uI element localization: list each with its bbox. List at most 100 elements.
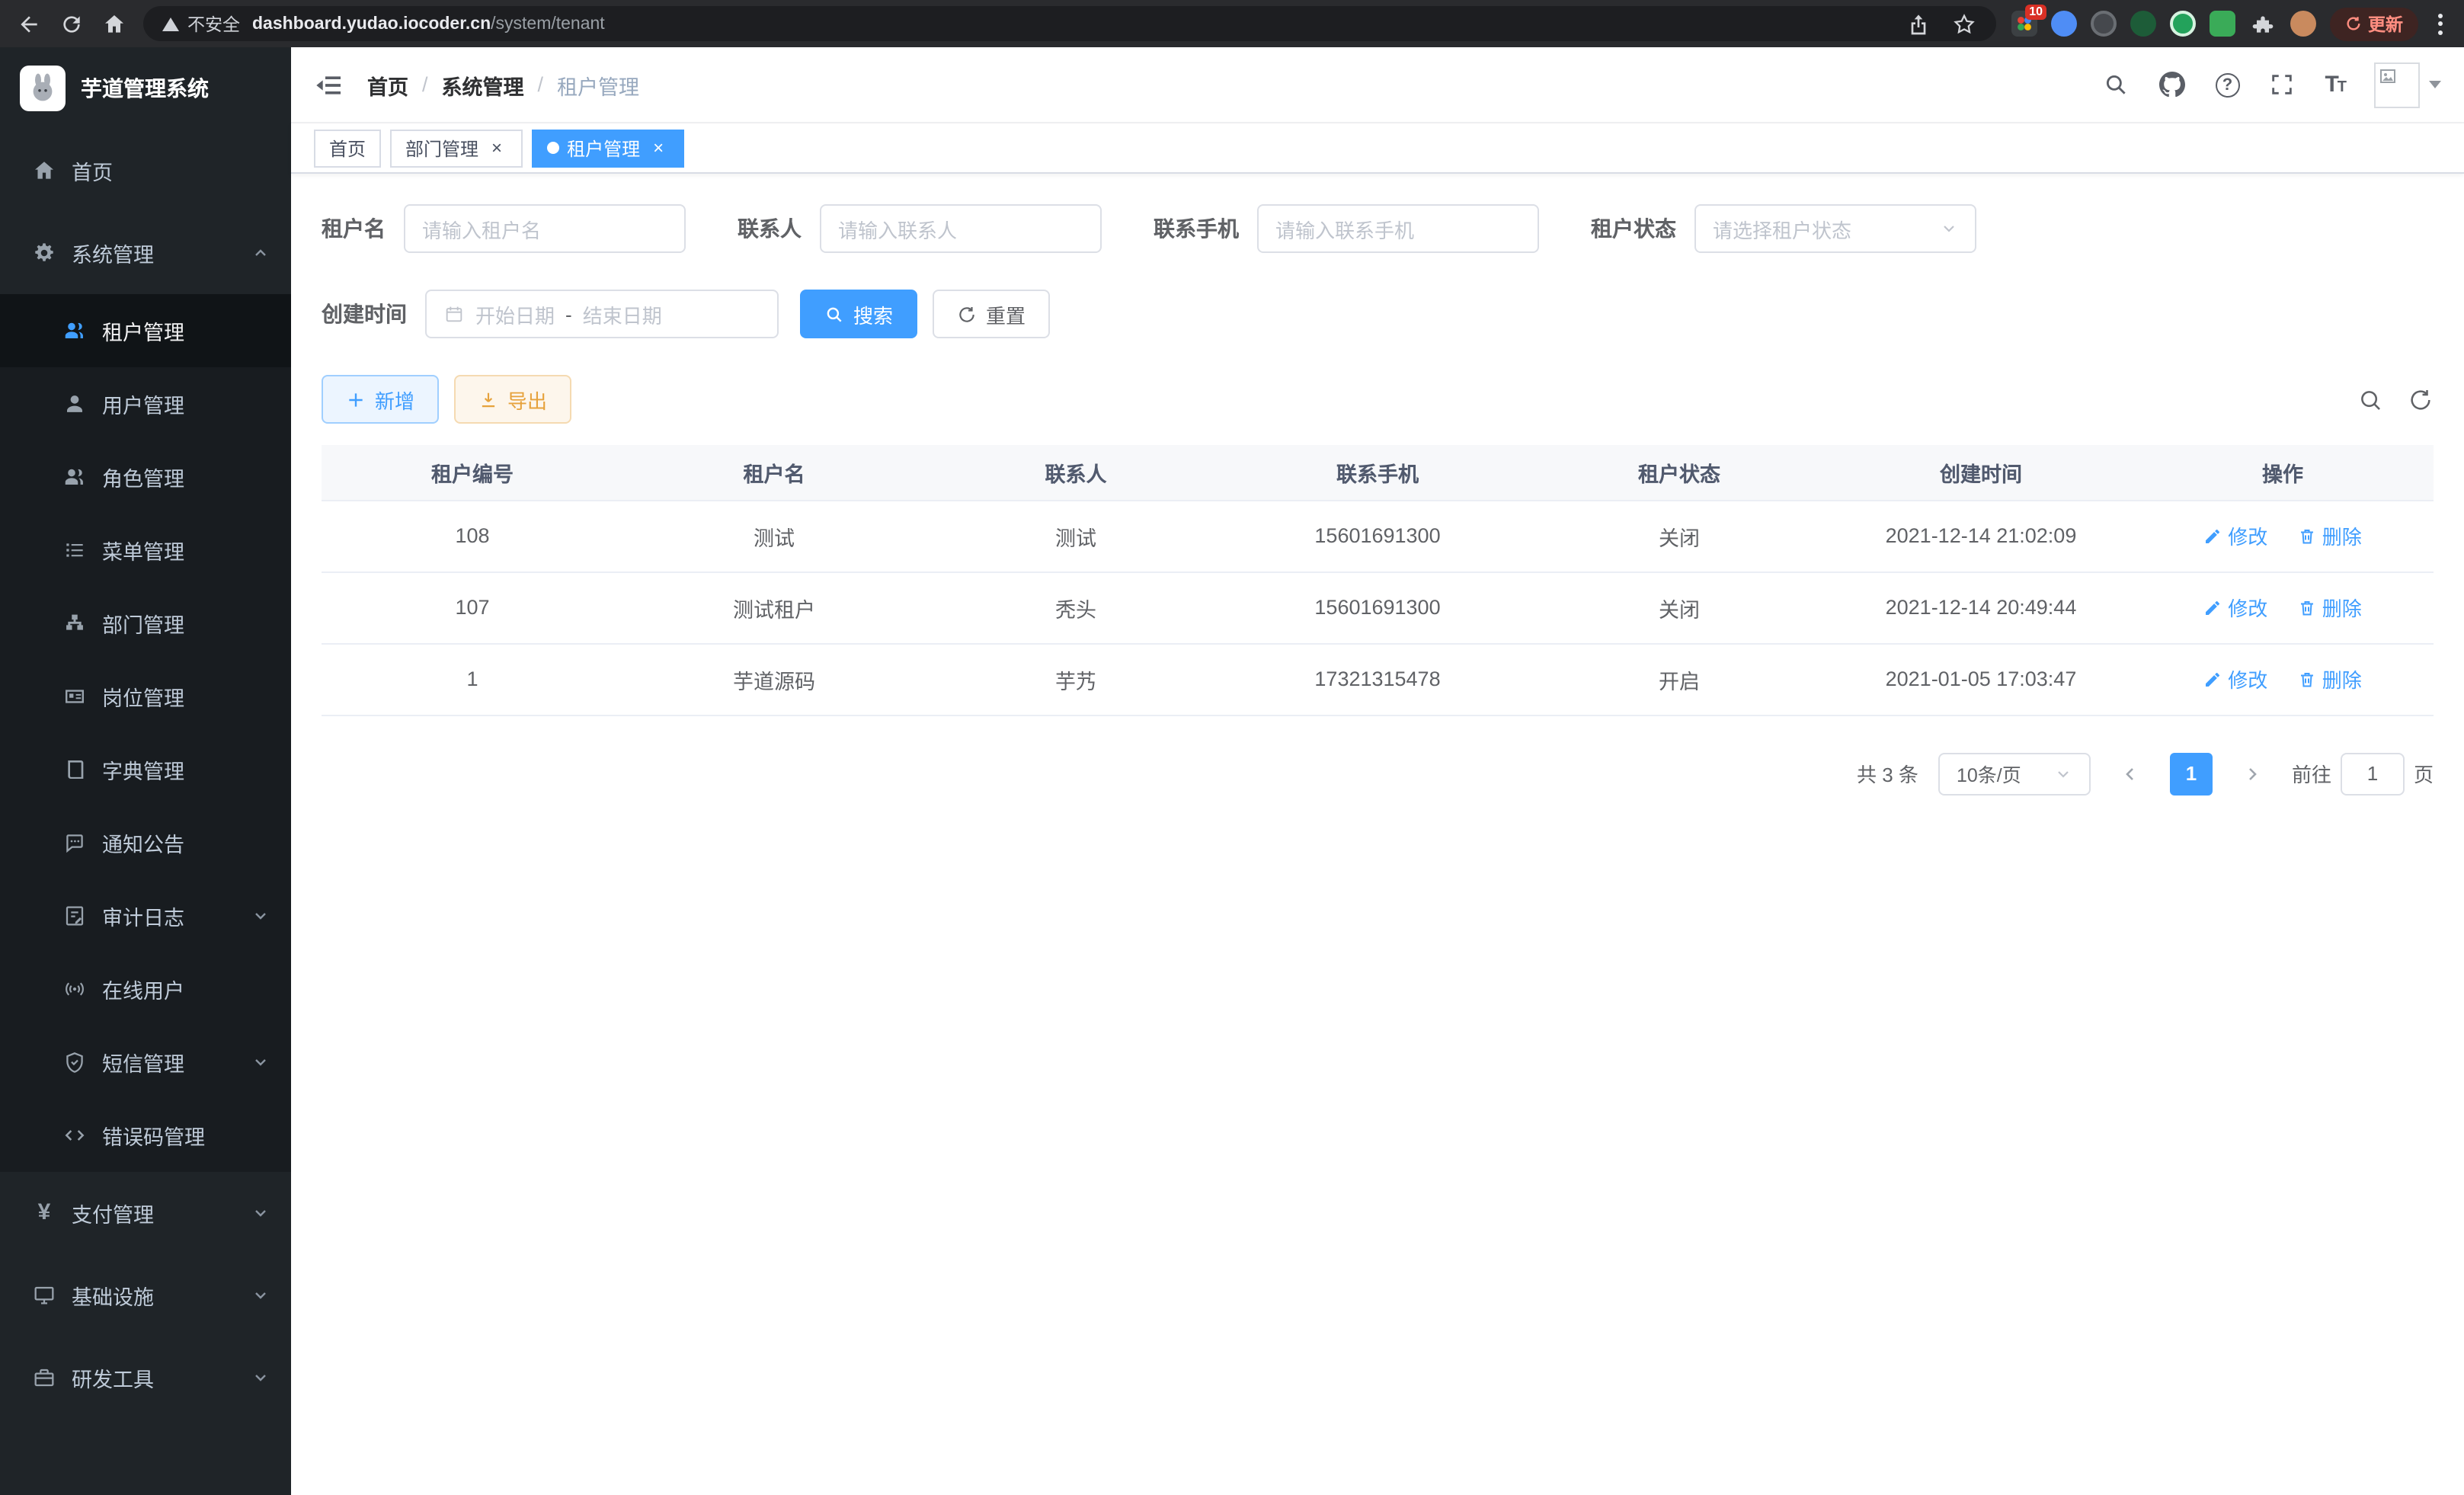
page-size-select[interactable]: 10条/页 bbox=[1938, 752, 2091, 795]
gear-icon bbox=[32, 241, 56, 265]
edit-icon bbox=[2203, 527, 2222, 545]
profile-avatar[interactable] bbox=[2290, 11, 2316, 37]
breadcrumb: 首页 / 系统管理 / 租户管理 bbox=[367, 69, 639, 100]
sidebar-item-audit-log[interactable]: 审计日志 bbox=[0, 879, 291, 952]
search-icon[interactable] bbox=[2102, 71, 2130, 98]
book-icon bbox=[62, 757, 87, 782]
navbar-actions: ? TT bbox=[2102, 62, 2441, 107]
status-text: 开启 bbox=[1528, 643, 1830, 715]
tags-view: 首页 部门管理× 租户管理× bbox=[291, 123, 2464, 174]
delete-button[interactable]: 删除 bbox=[2298, 521, 2362, 550]
edit-button[interactable]: 修改 bbox=[2203, 593, 2267, 622]
page-number-1[interactable]: 1 bbox=[2170, 752, 2213, 795]
share-icon[interactable] bbox=[1905, 10, 1932, 37]
extension-blue-icon[interactable] bbox=[2051, 11, 2077, 37]
fullscreen-icon[interactable] bbox=[2268, 71, 2296, 98]
back-icon[interactable] bbox=[15, 10, 43, 37]
col-contact: 联系人 bbox=[925, 445, 1227, 500]
tenant-name-input[interactable]: 请输入租户名 bbox=[404, 204, 686, 253]
sidebar-item-notice[interactable]: 通知公告 bbox=[0, 806, 291, 879]
edit-button[interactable]: 修改 bbox=[2203, 664, 2267, 693]
toggle-search-icon[interactable] bbox=[2357, 386, 2383, 412]
chevron-down-icon bbox=[1940, 219, 1958, 238]
tab-dept[interactable]: 部门管理× bbox=[390, 129, 523, 167]
github-icon[interactable] bbox=[2158, 71, 2186, 98]
delete-button[interactable]: 删除 bbox=[2298, 664, 2362, 693]
search-button[interactable]: 搜索 bbox=[800, 290, 917, 338]
phone-input[interactable]: 请输入联系手机 bbox=[1257, 204, 1539, 253]
browser-menu-icon[interactable] bbox=[2432, 10, 2449, 37]
col-created: 创建时间 bbox=[1830, 445, 2132, 500]
extension-chat-icon[interactable] bbox=[2210, 11, 2235, 37]
monitor-icon bbox=[32, 1283, 56, 1308]
id-card-icon bbox=[62, 684, 87, 709]
extension-dark-icon[interactable] bbox=[2091, 11, 2117, 37]
active-dot bbox=[547, 142, 559, 154]
tab-home[interactable]: 首页 bbox=[314, 129, 381, 167]
sidebar-item-user[interactable]: 用户管理 bbox=[0, 367, 291, 440]
sidebar-item-dict[interactable]: 字典管理 bbox=[0, 733, 291, 806]
breadcrumb-system[interactable]: 系统管理 bbox=[442, 69, 524, 100]
extensions-puzzle-icon[interactable] bbox=[2249, 10, 2277, 37]
extension-grid-icon[interactable]: 10 bbox=[2011, 11, 2037, 37]
address-bar[interactable]: 不安全 dashboard.yudao.iocoder.cn/system/te… bbox=[143, 6, 1996, 41]
phone-label: 联系手机 bbox=[1154, 213, 1239, 244]
sidebar-item-menu[interactable]: 菜单管理 bbox=[0, 514, 291, 587]
home-icon[interactable] bbox=[101, 10, 128, 37]
sidebar-item-payment[interactable]: ¥ 支付管理 bbox=[0, 1172, 291, 1254]
status-select[interactable]: 请选择租户状态 bbox=[1694, 204, 1976, 253]
sidebar-item-tenant[interactable]: 租户管理 bbox=[0, 294, 291, 367]
sidebar-item-online-users[interactable]: 在线用户 bbox=[0, 952, 291, 1026]
col-phone: 联系手机 bbox=[1227, 445, 1528, 500]
sidebar-item-error-code[interactable]: 错误码管理 bbox=[0, 1099, 291, 1172]
logo[interactable]: 芋道管理系统 bbox=[0, 47, 291, 130]
extension-green-icon[interactable] bbox=[2170, 11, 2196, 37]
broadcast-icon bbox=[62, 977, 87, 1001]
contact-input[interactable]: 请输入联系人 bbox=[820, 204, 1102, 253]
col-actions: 操作 bbox=[2132, 445, 2434, 500]
user-menu[interactable] bbox=[2374, 62, 2441, 107]
close-icon[interactable]: × bbox=[486, 137, 507, 158]
sidebar-item-system[interactable]: 系统管理 bbox=[0, 212, 291, 294]
sidebar-item-home[interactable]: 首页 bbox=[0, 130, 291, 212]
sidebar-item-infra[interactable]: 基础设施 bbox=[0, 1254, 291, 1337]
update-button[interactable]: 更新 bbox=[2330, 7, 2418, 40]
star-icon[interactable] bbox=[1950, 10, 1978, 37]
chevron-up-icon bbox=[251, 244, 270, 262]
edit-button[interactable]: 修改 bbox=[2203, 521, 2267, 550]
tenant-table: 租户编号 租户名 联系人 联系手机 租户状态 创建时间 操作 108 测试 bbox=[322, 445, 2434, 715]
prev-page-button[interactable] bbox=[2110, 754, 2150, 793]
security-warning[interactable]: 不安全 bbox=[162, 11, 240, 36]
export-button[interactable]: 导出 bbox=[454, 375, 571, 424]
extensions-area: 10 更新 bbox=[2011, 7, 2449, 40]
sidebar-item-post[interactable]: 岗位管理 bbox=[0, 660, 291, 733]
add-button[interactable]: 新增 bbox=[322, 375, 439, 424]
app-title: 芋道管理系统 bbox=[81, 73, 209, 104]
search-icon bbox=[824, 304, 844, 324]
page-unit: 页 bbox=[2414, 759, 2434, 788]
sidebar-item-role[interactable]: 角色管理 bbox=[0, 440, 291, 514]
sidebar-item-dept[interactable]: 部门管理 bbox=[0, 587, 291, 660]
sidebar-item-sms[interactable]: 短信管理 bbox=[0, 1026, 291, 1099]
close-icon[interactable]: × bbox=[648, 137, 669, 158]
table-row: 108 测试 测试 15601691300 关闭 2021-12-14 21:0… bbox=[322, 500, 2434, 571]
edit-icon bbox=[2203, 598, 2222, 616]
reset-button[interactable]: 重置 bbox=[933, 290, 1050, 338]
help-icon[interactable]: ? bbox=[2215, 72, 2239, 97]
col-tenant-id: 租户编号 bbox=[322, 445, 623, 500]
tab-tenant[interactable]: 租户管理× bbox=[532, 129, 684, 167]
delete-button[interactable]: 删除 bbox=[2298, 593, 2362, 622]
reload-icon[interactable] bbox=[58, 10, 85, 37]
breadcrumb-home[interactable]: 首页 bbox=[367, 69, 408, 100]
sidebar-item-dev-tools[interactable]: 研发工具 bbox=[0, 1337, 291, 1419]
font-size-icon[interactable]: TT bbox=[2325, 72, 2345, 98]
date-range-input[interactable]: 开始日期 - 结束日期 bbox=[425, 290, 779, 338]
hamburger-icon[interactable] bbox=[314, 69, 344, 100]
next-page-button[interactable] bbox=[2232, 754, 2272, 793]
refresh-table-icon[interactable] bbox=[2408, 386, 2434, 412]
goto-page-input[interactable] bbox=[2341, 752, 2405, 795]
audit-log-icon bbox=[62, 904, 87, 928]
extension-darkgreen-icon[interactable] bbox=[2130, 11, 2156, 37]
chevron-down-icon bbox=[2054, 764, 2072, 783]
edit-icon bbox=[2203, 670, 2222, 688]
